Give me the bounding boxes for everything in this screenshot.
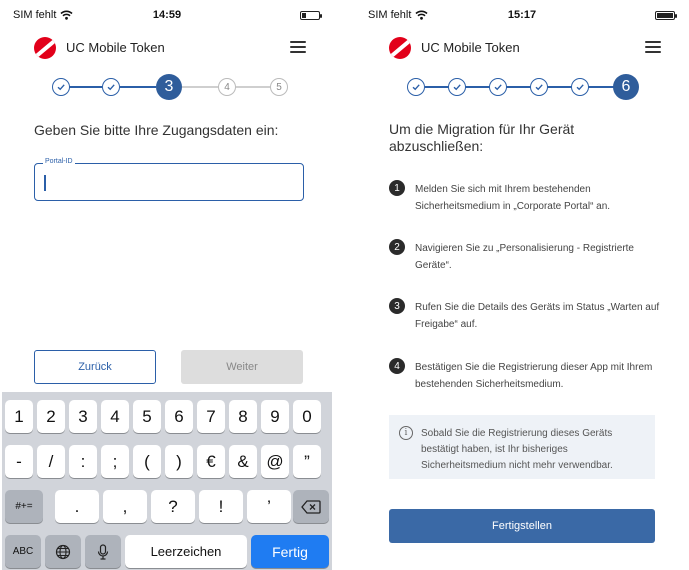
step-3-done	[489, 78, 507, 96]
portal-id-label: Portal-ID	[43, 158, 75, 165]
globe-key[interactable]	[45, 535, 81, 568]
battery-icon	[655, 11, 677, 20]
key-semicolon[interactable]: ;	[101, 445, 129, 478]
instruction-text: Melden Sie sich mit Ihrem bestehenden Si…	[415, 184, 611, 212]
step-number-badge: 1	[389, 180, 405, 196]
key-question[interactable]: ?	[151, 490, 195, 523]
key-euro[interactable]: €	[197, 445, 225, 478]
key-2[interactable]: 2	[37, 400, 65, 433]
key-apostrophe[interactable]: ’	[247, 490, 291, 523]
key-exclamation[interactable]: !	[199, 490, 243, 523]
checkmark-icon	[535, 84, 543, 91]
info-box: i Sobald Sie die Registrierung dieses Ge…	[389, 415, 655, 479]
key-open-paren[interactable]: (	[133, 445, 161, 478]
info-icon: i	[399, 426, 413, 440]
progress-stepper: 3 4 5	[50, 74, 290, 100]
progress-stepper: 6	[407, 74, 643, 100]
numeric-keyboard: 1 2 3 4 5 6 7 8 9 0 - / : ; ( ) € & @ ” …	[2, 392, 332, 570]
login-prompt: Geben Sie bitte Ihre Zugangsdaten ein:	[34, 122, 279, 138]
step-number-badge: 2	[389, 239, 405, 255]
key-9[interactable]: 9	[261, 400, 289, 433]
key-comma[interactable]: ,	[103, 490, 147, 523]
key-quote[interactable]: ”	[293, 445, 321, 478]
migration-heading: Um die Migration für Ihr Gerät abzuschli…	[389, 121, 575, 154]
step-current: 6	[613, 74, 639, 100]
hamburger-menu-icon[interactable]	[290, 41, 306, 54]
checkmark-icon	[576, 84, 584, 91]
key-8[interactable]: 8	[229, 400, 257, 433]
checkmark-icon	[494, 84, 502, 91]
checkmark-icon	[57, 84, 65, 91]
portal-id-input[interactable]	[43, 170, 293, 194]
status-bar: SIM fehlt 15:17	[357, 9, 687, 27]
instruction-text: Rufen Sie die Details des Geräts im Stat…	[415, 302, 660, 330]
space-key[interactable]: Leerzeichen	[125, 535, 247, 568]
checkmark-icon	[107, 84, 115, 91]
step-number-badge: 3	[389, 298, 405, 314]
key-symbols-mode[interactable]: #+=	[5, 490, 43, 523]
checkmark-icon	[412, 84, 420, 91]
key-at[interactable]: @	[261, 445, 289, 478]
checkmark-icon	[453, 84, 461, 91]
microphone-icon	[97, 543, 109, 560]
instruction-text: Navigieren Sie zu „Personalisierung - Re…	[415, 243, 634, 271]
finish-button[interactable]: Fertigstellen	[389, 509, 655, 543]
key-close-paren[interactable]: )	[165, 445, 193, 478]
battery-icon	[300, 11, 322, 20]
app-header: UC Mobile Token	[389, 36, 661, 60]
step-4-done	[530, 78, 548, 96]
step-upcoming: 5	[270, 78, 288, 96]
key-0[interactable]: 0	[293, 400, 321, 433]
unicredit-logo-icon	[389, 37, 411, 59]
next-button[interactable]: Weiter	[181, 350, 303, 384]
step-upcoming: 4	[218, 78, 236, 96]
app-header: UC Mobile Token	[34, 36, 306, 60]
dictation-key[interactable]	[85, 535, 121, 568]
key-abc[interactable]: ABC	[5, 535, 41, 568]
status-time: 15:17	[507, 9, 537, 21]
backspace-key[interactable]	[293, 490, 329, 523]
app-title: UC Mobile Token	[66, 40, 165, 55]
key-period[interactable]: .	[55, 490, 99, 523]
key-slash[interactable]: /	[37, 445, 65, 478]
key-7[interactable]: 7	[197, 400, 225, 433]
status-bar: SIM fehlt 14:59	[2, 9, 332, 27]
done-key[interactable]: Fertig	[251, 535, 329, 568]
backspace-icon	[301, 499, 321, 514]
key-colon[interactable]: :	[69, 445, 97, 478]
globe-icon	[55, 544, 71, 559]
status-time: 14:59	[152, 9, 182, 21]
step-number-badge: 4	[389, 358, 405, 374]
instruction-text: Bestätigen Sie die Registrierung dieser …	[415, 362, 653, 390]
step-2-done	[102, 78, 120, 96]
key-1[interactable]: 1	[5, 400, 33, 433]
unicredit-logo-icon	[34, 37, 56, 59]
portal-id-field[interactable]: Portal-ID	[34, 158, 304, 201]
key-6[interactable]: 6	[165, 400, 193, 433]
key-4[interactable]: 4	[101, 400, 129, 433]
key-hyphen[interactable]: -	[5, 445, 33, 478]
key-ampersand[interactable]: &	[229, 445, 257, 478]
app-title: UC Mobile Token	[421, 40, 520, 55]
key-3[interactable]: 3	[69, 400, 97, 433]
step-current: 3	[156, 74, 182, 100]
step-2-done	[448, 78, 466, 96]
step-5-done	[571, 78, 589, 96]
hamburger-menu-icon[interactable]	[645, 41, 661, 54]
screen-migration: SIM fehlt 15:17 UC Mobile Token 6 Um die…	[357, 0, 687, 570]
step-1-done	[407, 78, 425, 96]
key-5[interactable]: 5	[133, 400, 161, 433]
screen-portal-id: SIM fehlt 14:59 UC Mobile Token 3 4 5 Ge…	[2, 0, 332, 570]
info-text: Sobald Sie die Registrierung dieses Gerä…	[421, 428, 613, 471]
step-1-done	[52, 78, 70, 96]
back-button[interactable]: Zurück	[34, 350, 156, 384]
